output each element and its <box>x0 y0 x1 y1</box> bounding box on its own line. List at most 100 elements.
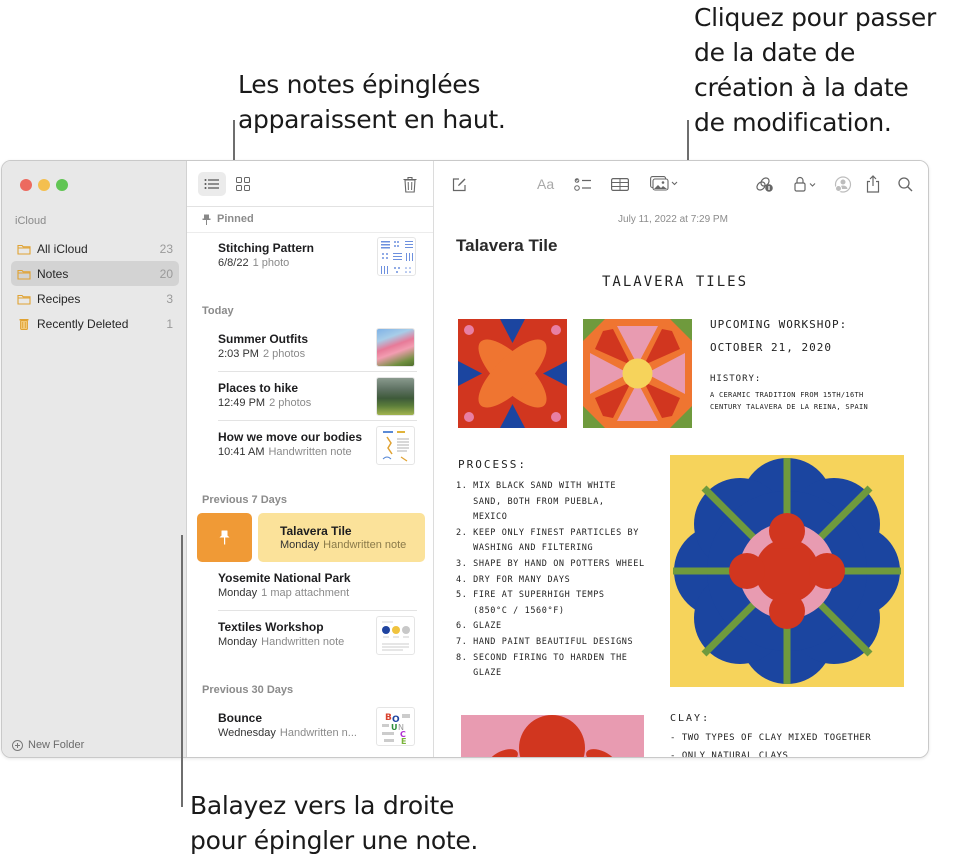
table-icon <box>611 177 629 191</box>
gallery-view-button[interactable] <box>229 172 257 196</box>
process-line: WASHING AND FILTERING <box>456 543 594 554</box>
sidebar-item-recipes[interactable]: Recipes 3 <box>11 286 179 311</box>
section-header-today: Today <box>202 305 234 317</box>
process-line: 8. SECOND FIRING TO HARDEN THE <box>456 652 628 663</box>
note-item-stitching-pattern[interactable]: Stitching Pattern 6/8/22 1 photo <box>218 232 418 281</box>
history-label: HISTORY: <box>710 374 762 384</box>
photo-icon <box>650 176 678 191</box>
process-line: 3. SHAPE BY HAND ON POTTERS WHEEL <box>456 558 645 569</box>
tile-drawing-2 <box>583 319 692 428</box>
process-line: 7. HAND PAINT BEAUTIFUL DESIGNS <box>456 636 634 647</box>
note-item-yosemite-national-park[interactable]: Yosemite National Park Monday 1 map attac… <box>218 562 417 611</box>
sketch-image <box>382 431 409 462</box>
plus-circle-icon <box>12 739 23 751</box>
zoom-button[interactable] <box>56 179 68 191</box>
folder-icon <box>17 244 31 255</box>
handwritten-heading: TALAVERA TILES <box>602 274 749 290</box>
window-controls <box>20 179 68 191</box>
format-button[interactable]: Aa <box>537 174 554 194</box>
compose-icon <box>452 177 466 191</box>
note-item-places-to-hike[interactable]: Places to hike 12:49 PM 2 photos <box>218 372 417 421</box>
thumbnail-pattern <box>377 237 416 276</box>
process-line: 1. MIX BLACK SAND WITH WHITE <box>456 481 617 491</box>
media-button[interactable] <box>650 174 678 194</box>
callout-date-toggle: Cliquez pour passer de la date de créati… <box>694 3 936 137</box>
section-header-pinned: Pinned <box>187 213 254 225</box>
folder-icon <box>17 269 31 280</box>
sidebar: iCloud All iCloud 23 Notes 20 Recipes 3 … <box>2 161 187 757</box>
tile-drawing-4 <box>461 715 644 757</box>
note-item-how-we-move-our-bodies[interactable]: How we move our bodies 10:41 AM Handwritt… <box>218 421 417 470</box>
sidebar-section-icloud: iCloud <box>15 215 47 227</box>
note-item-summer-outfits[interactable]: Summer Outfits 2:03 PM 2 photos <box>218 323 417 372</box>
pattern-image <box>381 241 413 274</box>
svg-text:B: B <box>385 713 392 723</box>
folder-icon <box>17 294 31 305</box>
callout-pinned-notes: Les notes épinglées apparaissent en haut… <box>238 70 506 134</box>
search-button[interactable] <box>898 174 913 194</box>
note-title[interactable]: Talavera Tile <box>456 236 557 256</box>
new-folder-button[interactable]: New Folder <box>12 739 84 751</box>
checklist-button[interactable] <box>574 174 592 194</box>
section-header-previous-30-days: Previous 30 Days <box>202 684 294 696</box>
note-item-talavera-tile[interactable]: Talavera Tile Monday Handwritten note <box>258 513 425 562</box>
process-line: SAND, BOTH FROM PUEBLA, <box>456 496 605 507</box>
process-line: 4. DRY FOR MANY DAYS <box>456 574 571 585</box>
close-button[interactable] <box>20 179 32 191</box>
table-button[interactable] <box>611 174 629 194</box>
sidebar-item-recently-deleted[interactable]: Recently Deleted 1 <box>11 311 179 336</box>
search-icon <box>898 176 913 191</box>
history-line: A CERAMIC TRADITION FROM 15TH/16TH <box>710 391 864 399</box>
thumbnail-sketch <box>376 426 415 465</box>
sidebar-item-all-icloud[interactable]: All iCloud 23 <box>11 236 179 261</box>
folder-list: All iCloud 23 Notes 20 Recipes 3 Recentl… <box>11 236 179 336</box>
textiles-image <box>382 621 410 651</box>
compose-button[interactable] <box>452 174 467 194</box>
thumbnail-textiles <box>376 616 415 655</box>
clay-line: - TWO TYPES OF CLAY MIXED TOGETHER <box>670 733 872 743</box>
minimize-button[interactable] <box>38 179 50 191</box>
clay-label: CLAY: <box>670 713 711 724</box>
thumbnail-photo <box>376 377 415 416</box>
list-toolbar <box>187 161 433 207</box>
checklist-icon <box>574 177 591 191</box>
process-line: 5. FIRE AT SUPERHIGH TEMPS <box>456 590 605 601</box>
shared-people-icon <box>834 175 852 193</box>
note-item-bounce[interactable]: Bounce Wednesday Handwritten n... B O U N… <box>218 702 417 751</box>
thumbnail-photo <box>376 328 415 367</box>
note-item-textiles-workshop[interactable]: Textiles Workshop Monday Handwritten note <box>218 611 417 660</box>
pin-note-button[interactable] <box>197 513 252 562</box>
workshop-date: OCTOBER 21, 2020 <box>710 341 832 354</box>
process-list: 1. MIX BLACK SAND WITH WHITE SAND, BOTH … <box>456 479 645 682</box>
editor-toolbar: Aa <box>434 161 928 207</box>
lock-icon <box>794 176 816 192</box>
process-line: (850°C / 1560°F) <box>456 605 565 616</box>
process-line: MEXICO <box>456 512 508 523</box>
list-view-button[interactable] <box>198 172 226 196</box>
delete-note-button[interactable] <box>396 172 424 196</box>
collaborate-button[interactable] <box>755 174 774 194</box>
today-group: Summer Outfits 2:03 PM 2 photos Places to… <box>187 323 433 470</box>
pin-icon <box>219 530 230 545</box>
workshop-label: UPCOMING WORKSHOP: <box>710 318 848 331</box>
note-date[interactable]: July 11, 2022 at 7:29 PM <box>434 214 928 225</box>
grid-icon <box>236 177 250 191</box>
thumbnail-bounce: B O U N C E <box>376 707 415 746</box>
lock-button[interactable] <box>794 174 820 194</box>
tile-drawing-3 <box>670 455 904 687</box>
share-icon <box>866 175 880 193</box>
share-button[interactable] <box>866 174 880 194</box>
trash-icon <box>403 176 417 193</box>
callout-swipe-pin: Balayez vers la droite pour épingler une… <box>190 791 479 855</box>
link-collaborate-icon <box>756 176 773 192</box>
process-line: GLAZE <box>456 668 502 679</box>
share-people-button[interactable] <box>834 174 852 194</box>
list-icon <box>204 179 219 189</box>
swiped-note-row: Talavera Tile Monday Handwritten note <box>197 513 425 562</box>
previous-7-days-group: Yosemite National Park Monday 1 map attac… <box>187 562 433 660</box>
clay-line: - ONLY NATURAL CLAYS <box>670 751 789 758</box>
history-line: CENTURY TALAVERA DE LA REINA, SPAIN <box>710 403 869 411</box>
svg-text:E: E <box>401 737 406 746</box>
process-line: 6. GLAZE <box>456 621 502 632</box>
sidebar-item-notes[interactable]: Notes 20 <box>11 261 179 286</box>
